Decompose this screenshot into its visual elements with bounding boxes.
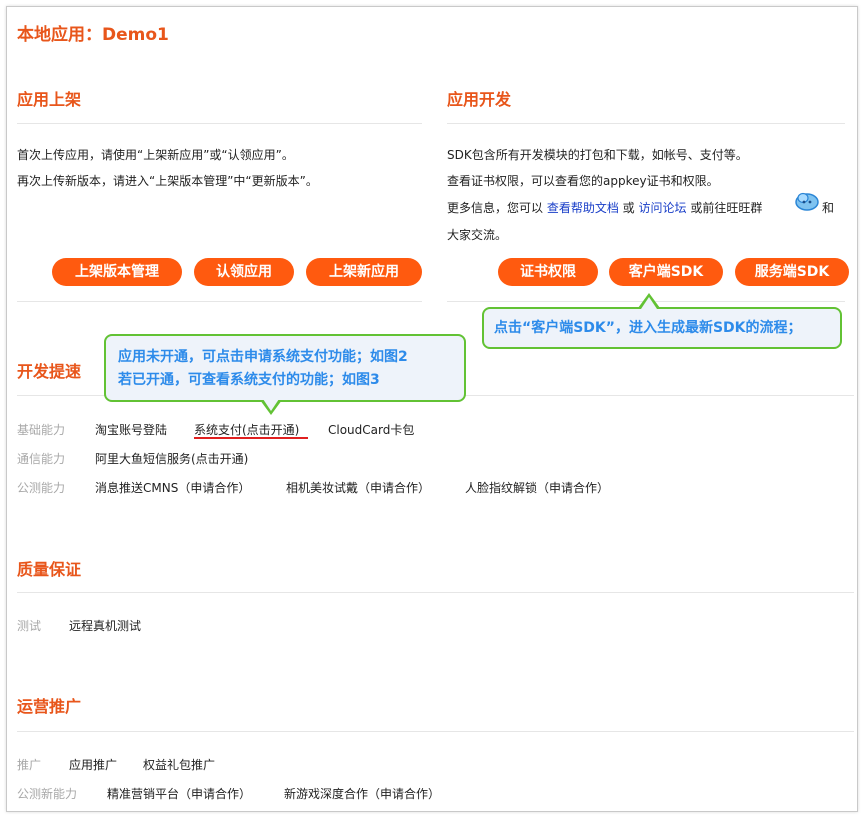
new-game-coop-item[interactable]: 新游戏深度合作（申请合作） [284,785,440,802]
new-app-button[interactable]: 上架新应用 [306,258,422,286]
pay-callout-arrow-fill [263,399,279,411]
cloud-chat-icon[interactable] [794,191,820,211]
pay-callout-line-1: 应用未开通，可点击申请系统支付功能；如图2 [118,349,408,365]
sdk-callout-arrow-fill [641,297,657,309]
accel-section-title: 开发提速 [17,362,82,381]
basic-ability-label: 基础能力 [17,423,66,437]
sdk-callout-text: 点击“客户端SDK”，进入生成最新SDK的流程； [494,320,802,336]
claim-app-button[interactable]: 认领应用 [194,258,294,286]
client-sdk-button[interactable]: 客户端SDK [609,258,723,286]
help-docs-link[interactable]: 查看帮助文档 [547,201,619,215]
sdk-callout: 点击“客户端SDK”，进入生成最新SDK的流程； [482,307,842,349]
publish-bottom-divider [17,301,422,302]
camera-makeup-item[interactable]: 相机美妆试戴（申请合作） [286,479,430,496]
page-title: 本地应用：Demo1 [17,25,169,45]
cloudcard-item[interactable]: CloudCard卡包 [328,421,414,438]
develop-line-1: SDK包含所有开发模块的打包和下载，如帐号、支付等。 [447,148,748,162]
develop-line-3: 更多信息，您可以 查看帮助文档 或 访问论坛 或前往旺旺群 [447,199,762,216]
gift-promotion-item[interactable]: 权益礼包推广 [143,756,215,773]
app-promotion-item[interactable]: 应用推广 [69,756,117,773]
beta-new-ability-label: 公测新能力 [17,787,78,801]
sms-service-item[interactable]: 阿里大鱼短信服务(点击开通) [95,450,248,467]
server-sdk-button[interactable]: 服务端SDK [735,258,849,286]
more-info-prefix: 更多信息，您可以 [447,201,547,215]
comm-ability-label: 通信能力 [17,452,66,466]
publish-section-title: 应用上架 [17,90,82,109]
ops-divider [17,731,854,732]
pay-callout: 应用未开通，可点击申请系统支付功能；如图2 若已开通，可查看系统支付的功能；如图… [104,334,466,402]
forum-link[interactable]: 访问论坛 [638,201,686,215]
quality-section-title: 质量保证 [17,560,82,579]
or-text: 或 [618,201,639,215]
more-info-suffix: 或前往旺旺群 [686,201,763,215]
develop-line-2: 查看证书权限，可以查看您的appkey证书和权限。 [447,174,719,188]
develop-line-4: 大家交流。 [447,228,508,242]
publish-divider [17,123,422,124]
page-frame [6,6,858,812]
ops-section-title: 运营推广 [17,697,82,716]
develop-divider [447,123,845,124]
promotion-label: 推广 [17,758,42,772]
remote-device-test-item[interactable]: 远程真机测试 [69,617,141,634]
publish-line-2: 再次上传新版本，请进入“上架版本管理”中“更新版本”。 [17,174,318,188]
quality-divider [17,592,854,593]
develop-section-title: 应用开发 [447,90,512,109]
and-text: 和 [822,201,835,215]
taobao-login-item[interactable]: 淘宝账号登陆 [95,421,167,438]
precision-marketing-item[interactable]: 精准营销平台（申请合作） [107,785,251,802]
version-manage-button[interactable]: 上架版本管理 [52,258,182,286]
pay-callout-line-2: 若已开通，可查看系统支付的功能；如图3 [118,372,380,388]
publish-line-1: 首次上传应用，请使用“上架新应用”或“认领应用”。 [17,148,294,162]
test-label: 测试 [17,619,42,633]
system-pay-item[interactable]: 系统支付(点击开通) [194,421,299,438]
system-pay-underline [194,437,308,439]
face-unlock-item[interactable]: 人脸指纹解锁（申请合作） [465,479,609,496]
push-cmns-item[interactable]: 消息推送CMNS（申请合作） [95,479,250,496]
cert-permission-button[interactable]: 证书权限 [498,258,598,286]
beta-ability-label: 公测能力 [17,481,66,495]
